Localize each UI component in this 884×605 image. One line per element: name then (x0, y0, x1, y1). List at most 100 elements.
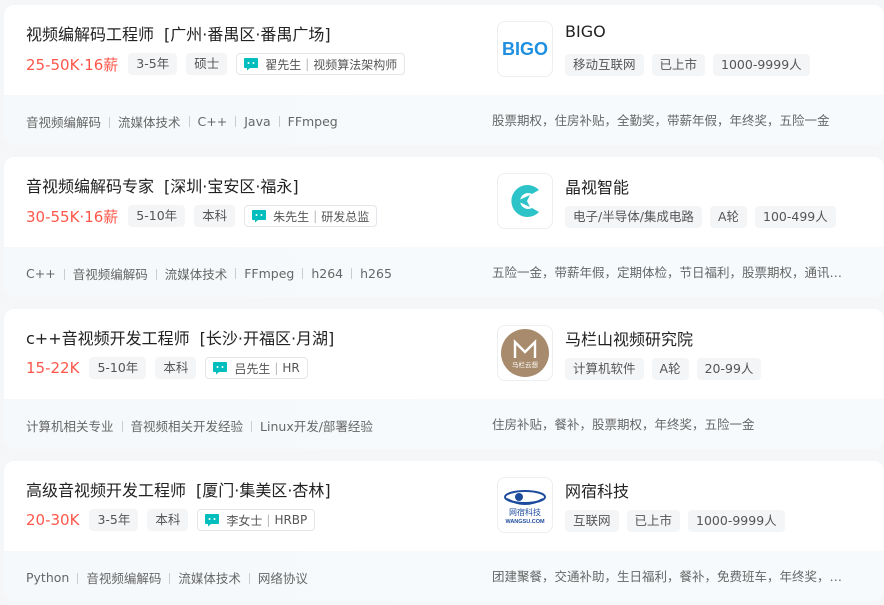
industry-tag: 互联网 (565, 510, 619, 532)
recruiter-chat[interactable]: 李女士 | HRBP (197, 509, 316, 531)
company-name[interactable]: 马栏山视频研究院 (565, 326, 693, 350)
chat-icon (212, 361, 228, 375)
recruiter-chat[interactable]: 吕先生 | HR (205, 357, 308, 379)
job-title-line[interactable]: 高级音视频开发工程师 [厦门·集美区·杏林] (26, 477, 331, 501)
job-card[interactable]: 音视频编解码专家 [深圳·宝安区·福永] 30-55K·16薪 5-10年 本科 … (4, 157, 884, 297)
recruiter-name: 李女士 (226, 513, 263, 528)
recruiter-role: 视频算法架构师 (313, 57, 398, 72)
recruiter-chat[interactable]: 翟先生 | 视频算法架构师 (236, 53, 406, 75)
job-meta: 25-50K·16薪 3-5年 硕士 翟先生 | 视频算法架构师 (26, 53, 406, 75)
company-logo[interactable] (497, 173, 553, 229)
recruiter-name: 朱先生 (273, 209, 310, 224)
job-title[interactable]: 视频编解码工程师 (26, 25, 154, 44)
skill-tag: 音视频编解码 (56, 264, 148, 283)
job-area: [广州·番禺区·番禺广场] (164, 25, 331, 44)
skill-tag: 流媒体技术 (101, 112, 181, 131)
experience-tag: 5-10年 (89, 357, 147, 379)
skill-list: 音视频编解码 流媒体技术 C++ Java FFmpeg (26, 112, 338, 131)
skill-list: 计算机相关专业 音视频相关开发经验 Linux开发/部署经验 (26, 416, 373, 435)
svg-text:WANGSU.COM: WANGSU.COM (505, 519, 545, 525)
skill-list: Python 音视频编解码 流媒体技术 网络协议 (26, 568, 308, 587)
svg-text:BIGO: BIGO (502, 39, 548, 59)
skill-tag: 音视频相关开发经验 (114, 416, 244, 435)
company-tags: 互联网 已上市 1000-9999人 (565, 510, 793, 532)
job-title[interactable]: 音视频编解码专家 (26, 177, 154, 196)
skill-list: C++ 音视频编解码 流媒体技术 FFmpeg h264 h265 (26, 264, 392, 283)
chat-icon (204, 513, 220, 527)
stage-tag: 已上市 (626, 510, 681, 532)
job-card[interactable]: 高级音视频开发工程师 [厦门·集美区·杏林] 20-30K 3-5年 本科 李女士… (4, 461, 884, 601)
skill-tag: h265 (343, 266, 392, 281)
job-meta: 15-22K 5-10年 本科 吕先生 | HR (26, 357, 308, 379)
salary: 20-30K (26, 511, 80, 529)
skill-tag: Linux开发/部署经验 (243, 416, 373, 435)
skill-tag: h264 (294, 266, 343, 281)
experience-tag: 3-5年 (89, 509, 139, 531)
job-title-line[interactable]: 视频编解码工程师 [广州·番禺区·番禺广场] (26, 21, 331, 45)
stage-tag: A轮 (651, 358, 689, 380)
job-title[interactable]: c++音视频开发工程师 (26, 329, 190, 348)
card-footer: 音视频编解码 流媒体技术 C++ Java FFmpeg 股票期权，住房补贴，全… (4, 95, 884, 145)
company-tags: 移动互联网 已上市 1000-9999人 (565, 54, 818, 76)
card-footer: C++ 音视频编解码 流媒体技术 FFmpeg h264 h265 五险一金，带… (4, 247, 884, 297)
job-title-line[interactable]: c++音视频开发工程师 [长沙·开福区·月湖] (26, 325, 334, 349)
size-tag: 1000-9999人 (713, 54, 810, 76)
recruiter-role: 研发总监 (321, 209, 370, 224)
degree-tag: 硕士 (186, 53, 228, 75)
skill-tag: C++ (181, 114, 228, 129)
skill-tag: FFmpeg (271, 114, 338, 129)
company-name[interactable]: 网宿科技 (565, 478, 629, 502)
degree-tag: 本科 (147, 509, 189, 531)
chat-icon (243, 57, 259, 71)
svg-text:网宿科技: 网宿科技 (509, 507, 541, 517)
size-tag: 1000-9999人 (688, 510, 785, 532)
recruiter-name: 吕先生 (234, 361, 271, 376)
chat-icon (251, 209, 267, 223)
recruiter-chat[interactable]: 朱先生 | 研发总监 (244, 205, 378, 227)
card-footer: 计算机相关专业 音视频相关开发经验 Linux开发/部署经验 住房补贴，餐补，股… (4, 399, 884, 449)
recruiter-role: HR (282, 361, 300, 375)
welfare-text: 住房补贴，餐补，股票期权，年终奖，五险一金 (492, 417, 755, 432)
experience-tag: 5-10年 (128, 205, 186, 227)
company-logo[interactable]: 马栏云想 (497, 325, 553, 381)
skill-tag: Java (227, 114, 270, 129)
size-tag: 20-99人 (696, 358, 762, 380)
skill-tag: 网络协议 (241, 568, 308, 587)
job-card[interactable]: 视频编解码工程师 [广州·番禺区·番禺广场] 25-50K·16薪 3-5年 硕士… (4, 5, 884, 145)
size-tag: 100-499人 (755, 206, 836, 228)
degree-tag: 本科 (194, 205, 236, 227)
skill-tag: C++ (26, 266, 56, 281)
salary: 25-50K·16薪 (26, 55, 119, 74)
skill-tag: Python (26, 570, 70, 585)
welfare-text: 五险一金，带薪年假，定期体检，节日福利，股票期权，通讯补贴 (492, 265, 848, 280)
degree-tag: 本科 (155, 357, 197, 379)
industry-tag: 移动互联网 (565, 54, 644, 76)
stage-tag: A轮 (709, 206, 747, 228)
job-title[interactable]: 高级音视频开发工程师 (26, 481, 186, 500)
skill-tag: 音视频编解码 (26, 115, 102, 130)
company-name[interactable]: 晶视智能 (565, 174, 629, 198)
job-area: [长沙·开福区·月湖] (199, 329, 335, 348)
company-logo[interactable]: BIGO (497, 21, 553, 77)
job-meta: 20-30K 3-5年 本科 李女士 | HRBP (26, 509, 316, 531)
company-name[interactable]: BIGO (565, 22, 606, 41)
svg-text:马栏云想: 马栏云想 (512, 360, 539, 369)
company-tags: 电子/半导体/集成电路 A轮 100-499人 (565, 206, 844, 228)
recruiter-role: HRBP (274, 513, 308, 527)
job-title-line[interactable]: 音视频编解码专家 [深圳·宝安区·福永] (26, 173, 299, 197)
skill-tag: 流媒体技术 (148, 264, 228, 283)
salary: 30-55K·16薪 (26, 207, 119, 226)
recruiter-name: 翟先生 (265, 57, 302, 72)
industry-tag: 电子/半导体/集成电路 (565, 206, 702, 228)
industry-tag: 计算机软件 (565, 358, 644, 380)
welfare-text: 团建聚餐，交通补助，生日福利，餐补，免费班车，年终奖，五险一金 (492, 569, 848, 584)
job-card[interactable]: c++音视频开发工程师 [长沙·开福区·月湖] 15-22K 5-10年 本科 吕… (4, 309, 884, 449)
card-footer: Python 音视频编解码 流媒体技术 网络协议 团建聚餐，交通补助，生日福利，… (4, 551, 884, 601)
skill-tag: 音视频编解码 (69, 568, 161, 587)
company-logo[interactable]: 网宿科技 WANGSU.COM (497, 477, 553, 533)
job-area: [厦门·集美区·杏林] (196, 481, 331, 500)
skill-tag: FFmpeg (227, 266, 294, 281)
experience-tag: 3-5年 (128, 53, 178, 75)
job-meta: 30-55K·16薪 5-10年 本科 朱先生 | 研发总监 (26, 205, 378, 227)
skill-tag: 流媒体技术 (161, 568, 241, 587)
